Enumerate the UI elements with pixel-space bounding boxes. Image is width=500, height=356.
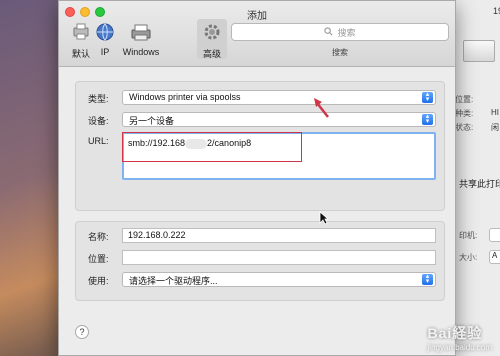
search-caption: 搜索 [332, 48, 348, 57]
type-label: 类型: [88, 94, 109, 104]
chevron-updown-icon: ▴ ▾ [422, 91, 433, 103]
bg-kind-label: 种类: [455, 109, 474, 118]
baidu-watermark: Bai経验 jingyan.baidu.com [428, 323, 492, 352]
help-button[interactable]: ? [75, 325, 89, 339]
location-field[interactable] [122, 250, 436, 265]
annotation-highlight-box [122, 132, 302, 162]
search-icon [324, 26, 333, 38]
device-label: 设备: [88, 116, 109, 126]
bg-location-label: 位置: [455, 95, 474, 104]
location-label: 位置: [88, 254, 109, 264]
details-panel: 名称: 192.168.0.222 位置: 使用: 请选择一个驱动程序... ▴… [75, 221, 445, 301]
background-window-title: 19 [493, 6, 500, 16]
titlebar: 添加 默认 IP Windows 高级 搜索 搜索 [59, 1, 455, 67]
mouse-cursor-icon [319, 211, 329, 225]
watermark-sub: jingyan.baidu.com [427, 343, 492, 352]
bg-printer-label: 印机: [459, 231, 478, 240]
connection-panel: 类型: Windows printer via spoolss ▴ ▾ 设备: 另… [75, 81, 445, 211]
bg-size-label: 大小: [459, 253, 478, 262]
url-label: URL: [88, 136, 109, 146]
type-select-value: Windows printer via spoolss [129, 92, 241, 102]
gear-icon [201, 21, 223, 43]
add-printer-dialog: 添加 默认 IP Windows 高级 搜索 搜索 类型: Windows pr… [58, 0, 456, 356]
toolbar-ip-label: IP [100, 47, 110, 57]
type-select[interactable]: Windows printer via spoolss ▴ ▾ [122, 90, 436, 105]
name-label: 名称: [88, 232, 109, 242]
windows-printer-icon [130, 21, 152, 43]
driver-select-value: 请选择一个驱动程序... [129, 276, 218, 286]
chevron-updown-icon: ▴ ▾ [422, 113, 433, 125]
name-row: 名称: 192.168.0.222 [76, 228, 444, 244]
ip-globe-icon [94, 21, 116, 43]
annotation-arrow-icon [314, 98, 329, 118]
toolbar-windows[interactable]: Windows [119, 21, 163, 57]
dialog-footer: ? [59, 315, 455, 355]
search-placeholder: 搜索 [337, 27, 356, 38]
share-printer-checkbox-label[interactable]: 共享此打印 [459, 177, 500, 190]
toolbar-advanced-label: 高级 [202, 49, 221, 59]
type-row: 类型: Windows printer via spoolss ▴ ▾ [76, 90, 444, 106]
toolbar-advanced[interactable]: 高级 [197, 19, 227, 59]
device-select-value: 另一个设备 [129, 116, 175, 126]
device-row: 设备: 另一个设备 ▴ ▾ [76, 112, 444, 128]
window-title: 添加 [247, 11, 267, 22]
bg-kind-value: HI [491, 108, 499, 117]
device-select[interactable]: 另一个设备 ▴ ▾ [122, 112, 436, 127]
use-row: 使用: 请选择一个驱动程序... ▴ ▾ [76, 272, 444, 288]
bg-printer-select[interactable] [489, 228, 500, 242]
search-input[interactable]: 搜索 [231, 23, 449, 41]
toolbar-windows-label: Windows [122, 47, 160, 57]
printer-thumbnail-icon [463, 40, 495, 62]
bg-size-select[interactable]: A [489, 250, 500, 264]
driver-select[interactable]: 请选择一个驱动程序... ▴ ▾ [122, 272, 436, 287]
chevron-updown-icon: ▴ ▾ [422, 273, 433, 285]
watermark-text: Bai経验 [427, 325, 483, 341]
bg-status-value: 闲 [491, 123, 499, 132]
bg-status-label: 状态: [455, 123, 474, 132]
location-row: 位置: [76, 250, 444, 266]
use-label: 使用: [88, 276, 109, 286]
name-field[interactable]: 192.168.0.222 [122, 228, 436, 243]
